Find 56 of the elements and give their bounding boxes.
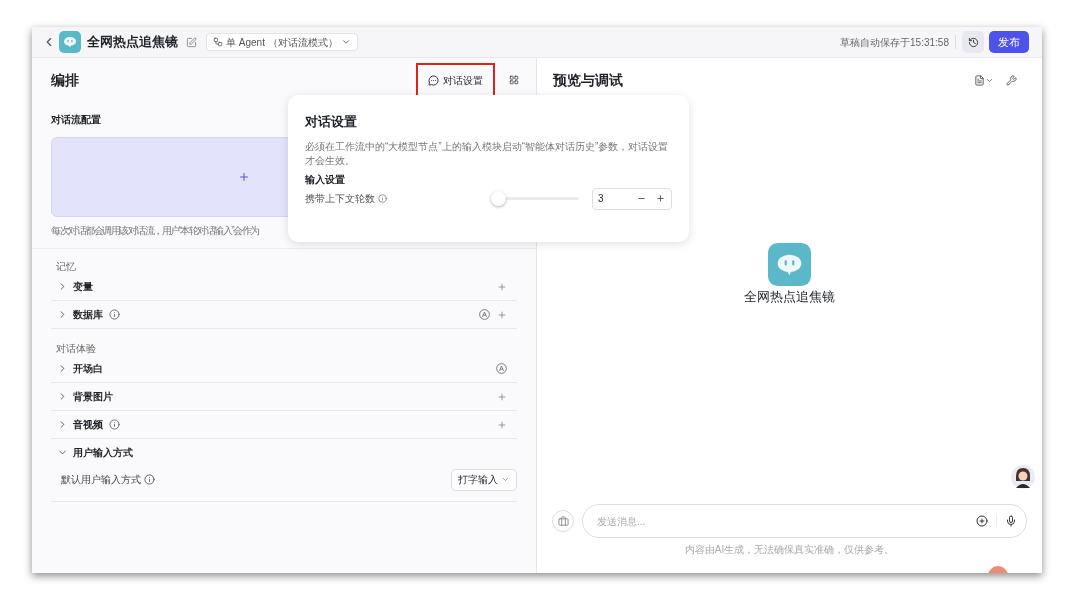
add-icon[interactable] [497,391,507,402]
editor-title: 编排 [51,70,79,90]
disclaimer: 内容由AI生成，无法确保真实准确，仅供参考。 [684,543,895,557]
workflow-icon [213,37,223,47]
mode-selector[interactable]: 单 Agent （对话流模式） [206,33,358,51]
row-label[interactable]: 变量 [73,279,93,294]
popover-description: 必须在工作流中的“大模型节点”上的输入模块启动“智能体对话历史”参数，对话设置才会生效。 [305,139,670,168]
add-icon[interactable] [497,281,507,292]
info-icon [378,194,387,203]
section-title: 对话流配置 [51,113,101,127]
info-icon [144,474,155,485]
bot-logo-icon [59,31,81,53]
row-label[interactable]: 背景图片 [73,389,113,404]
chat-settings-icon [428,74,439,86]
edit-icon[interactable] [186,36,197,48]
agent-title: 全网热点追焦镜 [87,33,178,52]
auto-icon[interactable] [496,363,507,374]
caret-icon [340,37,351,47]
row-label[interactable]: 音视频 [73,417,103,432]
briefcase-icon [557,515,569,527]
add-icon[interactable] [497,419,507,430]
auto-icon[interactable] [479,309,490,320]
row-label[interactable]: 开场白 [73,361,103,376]
bot-logo-icon [768,243,811,286]
grid-icon[interactable] [509,75,519,85]
bot-name: 全网热点追焦镜 [744,288,835,306]
row-label[interactable]: 用户输入方式 [73,445,133,460]
history-button[interactable] [962,31,984,53]
add-icon[interactable] [497,309,507,320]
increment-icon[interactable] [656,194,665,203]
wrench-icon[interactable] [1006,74,1017,86]
group-label: 对话体验 [56,342,96,355]
autosave-status: 草稿自动保存于15:31:58 [840,35,949,50]
input-settings-label: 输入设置 [305,172,345,187]
message-input[interactable]: 发送消息... [582,504,1027,538]
input-mode-select[interactable]: 打字输入 [451,468,517,491]
preview-title: 预览与调试 [553,70,623,90]
publish-button[interactable]: 发布 [989,31,1029,53]
assistant-avatar-icon[interactable] [1010,464,1036,490]
microphone-icon[interactable] [1005,515,1017,527]
rounds-stepper[interactable]: 3 [592,187,672,210]
info-icon [109,309,120,320]
setting-label: 默认用户输入方式 [61,473,141,487]
add-icon [238,171,250,183]
row-label[interactable]: 数据库 [73,307,103,322]
flow-note: 每次对话都会调用该对话流，用户“本轮对话输入”会作为 [51,224,259,238]
attach-icon[interactable] [976,515,988,527]
context-rounds-label: 携带上下文轮数 [305,192,375,206]
info-icon [109,419,120,430]
history-icon [967,36,979,48]
slider[interactable] [491,191,579,206]
group-label: 记忆 [56,260,76,273]
slider-thumb[interactable] [491,191,506,206]
popover-title: 对话设置 [305,113,357,131]
document-icon[interactable] [974,74,985,86]
caret-icon [501,475,510,484]
